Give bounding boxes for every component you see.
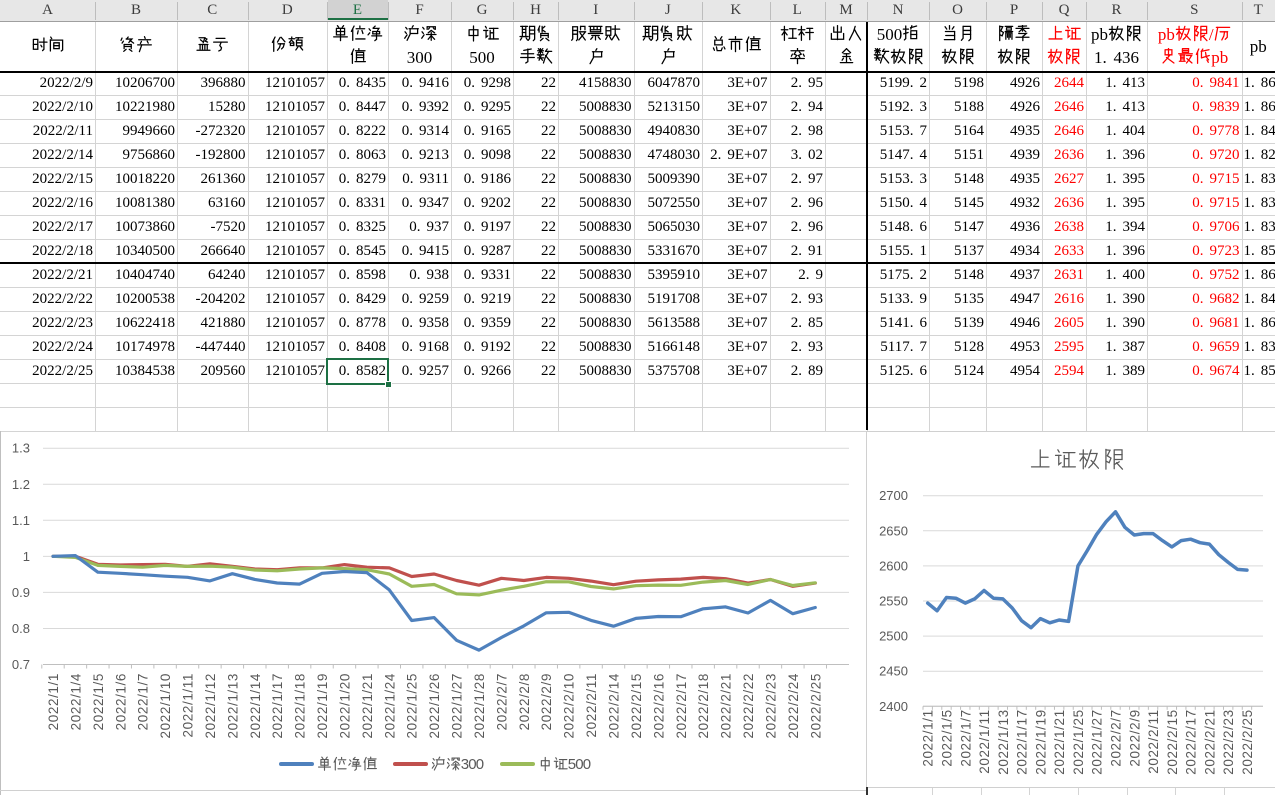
svg-text:2400: 2400 bbox=[879, 699, 908, 714]
svg-text:2022/1/10: 2022/1/10 bbox=[158, 673, 173, 738]
svg-text:2022/1/27: 2022/1/27 bbox=[1090, 709, 1105, 774]
svg-text:0.7: 0.7 bbox=[12, 657, 30, 672]
svg-text:2022/2/24: 2022/2/24 bbox=[786, 673, 801, 738]
svg-text:2022/1/20: 2022/1/20 bbox=[337, 673, 352, 738]
svg-text:2500: 2500 bbox=[879, 629, 908, 644]
svg-text:2022/1/7: 2022/1/7 bbox=[958, 709, 973, 766]
svg-text:2022/1/19: 2022/1/19 bbox=[315, 673, 330, 738]
svg-text:2550: 2550 bbox=[879, 594, 908, 609]
svg-text:2022/2/11: 2022/2/11 bbox=[1146, 709, 1161, 773]
svg-text:2022/1/28: 2022/1/28 bbox=[472, 673, 487, 738]
svg-text:2022/1/12: 2022/1/12 bbox=[203, 673, 218, 738]
svg-text:2022/2/15: 2022/2/15 bbox=[1165, 709, 1180, 774]
svg-text:2022/2/23: 2022/2/23 bbox=[763, 673, 778, 738]
svg-text:2022/1/26: 2022/1/26 bbox=[427, 673, 442, 738]
svg-text:0.8: 0.8 bbox=[12, 621, 30, 636]
svg-text:2022/2/7: 2022/2/7 bbox=[1109, 709, 1124, 766]
svg-text:2022/2/11: 2022/2/11 bbox=[584, 673, 599, 737]
svg-text:1: 1 bbox=[23, 549, 30, 564]
svg-text:2650: 2650 bbox=[879, 523, 908, 538]
svg-text:2022/1/6: 2022/1/6 bbox=[113, 673, 128, 730]
svg-text:2022/2/18: 2022/2/18 bbox=[696, 673, 711, 738]
svg-text:0.9: 0.9 bbox=[12, 585, 30, 600]
svg-text:2022/1/19: 2022/1/19 bbox=[1033, 709, 1048, 774]
svg-text:2022/2/15: 2022/2/15 bbox=[629, 673, 644, 738]
svg-text:2022/2/25: 2022/2/25 bbox=[808, 673, 823, 738]
svg-text:2022/2/7: 2022/2/7 bbox=[494, 673, 509, 730]
svg-text:2700: 2700 bbox=[879, 488, 908, 503]
svg-text:2022/1/1: 2022/1/1 bbox=[921, 709, 936, 766]
svg-text:1.2: 1.2 bbox=[12, 477, 30, 492]
svg-text:2022/1/14: 2022/1/14 bbox=[248, 673, 263, 738]
svg-text:1.3: 1.3 bbox=[12, 441, 30, 456]
svg-text:2022/2/10: 2022/2/10 bbox=[562, 673, 577, 738]
svg-text:2022/1/1: 2022/1/1 bbox=[46, 673, 61, 730]
svg-text:2022/1/21: 2022/1/21 bbox=[1052, 709, 1067, 774]
svg-text:2022/1/18: 2022/1/18 bbox=[293, 673, 308, 738]
svg-text:2022/2/8: 2022/2/8 bbox=[517, 673, 532, 730]
svg-text:2450: 2450 bbox=[879, 664, 908, 679]
svg-text:2022/2/22: 2022/2/22 bbox=[741, 673, 756, 738]
svg-text:0: 0 bbox=[583, 756, 591, 773]
svg-text:2022/1/25: 2022/1/25 bbox=[405, 673, 420, 738]
svg-text:2022/2/25: 2022/2/25 bbox=[1240, 709, 1255, 774]
svg-text:2022/2/21: 2022/2/21 bbox=[719, 673, 734, 738]
svg-text:2022/1/5: 2022/1/5 bbox=[939, 709, 954, 766]
svg-text:2022/1/13: 2022/1/13 bbox=[996, 709, 1011, 774]
svg-text:2022/2/9: 2022/2/9 bbox=[1127, 709, 1142, 766]
svg-text:2022/2/23: 2022/2/23 bbox=[1221, 709, 1236, 774]
svg-text:2022/1/24: 2022/1/24 bbox=[382, 673, 397, 738]
svg-text:2022/1/11: 2022/1/11 bbox=[181, 673, 196, 737]
svg-text:2022/1/7: 2022/1/7 bbox=[136, 673, 151, 730]
svg-text:2022/1/21: 2022/1/21 bbox=[360, 673, 375, 738]
svg-text:2022/2/9: 2022/2/9 bbox=[539, 673, 554, 730]
svg-text:2022/1/17: 2022/1/17 bbox=[1015, 709, 1030, 774]
svg-text:0: 0 bbox=[476, 756, 484, 773]
svg-text:1.1: 1.1 bbox=[12, 513, 30, 528]
svg-text:2022/1/13: 2022/1/13 bbox=[225, 673, 240, 738]
svg-text:2022/2/17: 2022/2/17 bbox=[674, 673, 689, 738]
svg-text:2600: 2600 bbox=[879, 558, 908, 573]
svg-text:2022/2/14: 2022/2/14 bbox=[607, 673, 622, 738]
svg-text:2022/1/25: 2022/1/25 bbox=[1071, 709, 1086, 774]
svg-text:2022/2/21: 2022/2/21 bbox=[1202, 709, 1217, 774]
svg-text:2022/2/16: 2022/2/16 bbox=[651, 673, 666, 738]
svg-text:2022/1/4: 2022/1/4 bbox=[68, 673, 83, 730]
svg-text:2022/1/11: 2022/1/11 bbox=[977, 709, 992, 773]
svg-text:2022/1/17: 2022/1/17 bbox=[270, 673, 285, 738]
svg-text:2022/1/5: 2022/1/5 bbox=[91, 673, 106, 730]
svg-text:2022/1/27: 2022/1/27 bbox=[450, 673, 465, 738]
svg-text:2022/2/17: 2022/2/17 bbox=[1184, 709, 1199, 774]
